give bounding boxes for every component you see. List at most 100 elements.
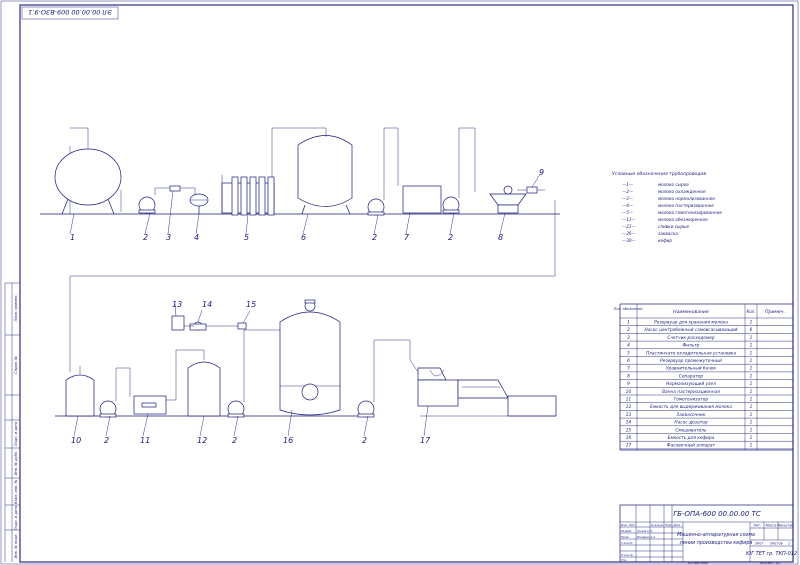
- equip-12-holding-tank: [166, 349, 221, 417]
- spec-header-pos: Поз. обозначен.: [614, 307, 644, 311]
- table-cell-pos: 14: [626, 420, 632, 426]
- role-4: Н.контр.: [621, 553, 634, 557]
- legend-code: —2—: [622, 189, 634, 194]
- table-cell-pos: 13: [626, 412, 632, 418]
- pos-2f: 2: [362, 436, 367, 445]
- pos-12: 12: [197, 436, 207, 445]
- legend-code: —30—: [622, 238, 637, 243]
- equip-17-filling-machine: [417, 367, 557, 417]
- spec-header-qty: Кол.: [746, 309, 755, 314]
- pos-2d: 2: [104, 436, 109, 445]
- position-numbers-row2: 10 2 11 12 2 16 2 17 13 14 15: [71, 300, 431, 445]
- name-1: Миндрюк А.А.: [637, 535, 656, 539]
- equip-16-kefir-tank: [279, 299, 341, 416]
- legend-code: —4—: [622, 203, 634, 208]
- pos-4: 4: [194, 233, 199, 242]
- equip-6-intermediate-tank: [272, 127, 353, 215]
- table-cell-qty: 1: [750, 420, 753, 426]
- equip-4-filter: [189, 193, 209, 214]
- table-cell-pos: 2: [627, 327, 630, 333]
- pos-6: 6: [301, 233, 306, 242]
- left-stamps: Перв. примен. Справ. № Подп. и дата Инв.…: [4, 282, 20, 562]
- table-cell-qty: 1: [750, 404, 753, 410]
- table-cell-name: Гомогенизатор: [674, 397, 708, 403]
- table-cell-name: Ванна пастеризационная: [662, 389, 720, 395]
- pos-10: 10: [71, 436, 81, 445]
- title-block: ГБ-ОПА-600 00.00.00 ТС Машинно-аппаратур…: [619, 504, 797, 563]
- equip-14-dosing-pump: [184, 309, 238, 331]
- equip-2-pump-d: [99, 367, 131, 418]
- table-cell-pos: 8: [627, 373, 630, 379]
- pos-11: 11: [140, 436, 150, 445]
- table-cell-name: Резервуар для хранения молока: [654, 320, 728, 326]
- table-cell-pos: 3: [627, 335, 630, 341]
- table-cell-qty: 1: [750, 366, 753, 372]
- table-cell-name: Резервуар промежуточный: [660, 358, 722, 364]
- table-cell-qty: 1: [750, 381, 753, 387]
- table-cell-qty: 1: [750, 358, 753, 364]
- table-cell-name: Смешиватель: [675, 427, 707, 433]
- doc-title-line2: линии производства кефира: [679, 540, 753, 546]
- doc-code: ГБ-ОПА-600 00.00.00 ТС: [673, 510, 761, 518]
- legend-label: кефир: [658, 238, 672, 243]
- footer-format: Формат А1: [760, 561, 780, 565]
- name-0: Грачев С.Н.: [637, 529, 653, 533]
- equip-2-pump-b: [367, 127, 399, 216]
- stamp-first-use: Перв. примен.: [14, 295, 18, 322]
- table-cell-name: Сепаратор: [679, 373, 704, 379]
- table-cell-pos: 10: [626, 389, 632, 395]
- table-cell-qty: 1: [750, 335, 753, 341]
- table-cell-pos: 11: [626, 397, 632, 403]
- sheets-label: Листов: [769, 542, 783, 546]
- sign-label-2: Дата: [673, 523, 681, 527]
- legend-code: —3—: [622, 196, 634, 201]
- pos-2e: 2: [232, 436, 237, 445]
- role-1: Разраб.: [621, 529, 632, 533]
- legend-label: сливки сырые: [658, 224, 689, 229]
- legend-title: Условные обозначения трубопроводов: [612, 171, 706, 177]
- table-cell-name: Фасовочный аппарат: [667, 443, 716, 449]
- legend-label: молоко гомогенизированное: [658, 210, 722, 215]
- outer-trim: [0, 0, 799, 565]
- legend-code: —11—: [622, 217, 637, 222]
- equip-2-pump-e: [227, 329, 280, 418]
- pos-17: 17: [420, 436, 431, 445]
- spec-header-note: Примеч.: [765, 309, 785, 315]
- pipeline-legend: Условные обозначения трубопроводов —1— мо…: [612, 171, 722, 243]
- specification-table: Поз. обозначен. Наименование Кол. Примеч…: [614, 303, 794, 451]
- table-cell-name: Насос центробежный самовсасывающий: [645, 327, 738, 333]
- table-cell-pos: 16: [626, 435, 632, 441]
- table-cell-name: Счетчик-расходомер: [667, 335, 715, 341]
- equip-15-mixer: [237, 310, 251, 330]
- table-cell-pos: 6: [627, 358, 630, 364]
- table-cell-qty: 1: [750, 350, 753, 356]
- stamp-inv-dup: Инв. № дубл.: [14, 451, 18, 476]
- table-cell-pos: 17: [626, 443, 632, 449]
- table-cell-name: Уравнительный бачок: [666, 366, 716, 372]
- equip-1-storage-tank: [54, 127, 122, 215]
- sheets-value: 1: [788, 542, 790, 546]
- table-cell-name: Емкость для кефира: [668, 435, 715, 441]
- col-scale: Масштаб: [777, 524, 793, 528]
- stamp-inv-orig: Инв. № подл.: [14, 534, 18, 559]
- pos-13: 13: [172, 300, 182, 309]
- role-3: Т.контр.: [621, 541, 633, 545]
- legend-code: —1—: [622, 182, 634, 187]
- table-cell-name: Фильтр: [682, 343, 699, 349]
- table-cell-qty: 1: [750, 427, 753, 433]
- equip-7-balance-tank: [402, 185, 442, 214]
- equip-10-pasteurization-bath: [65, 366, 95, 417]
- pos-16: 16: [283, 436, 293, 445]
- table-cell-name: Пластинчато-охладительная установка: [646, 350, 737, 356]
- stamp-sign-date: Подп. и дата: [14, 422, 18, 446]
- spec-header-name: Наименование: [673, 309, 709, 315]
- equip-2-pump-f: [357, 339, 419, 418]
- pos-1: 1: [70, 233, 75, 242]
- table-cell-qty: 1: [750, 435, 753, 441]
- org-code: ЮГ ТЕТ гр. ТКП-012: [746, 551, 797, 557]
- footer-copy: Копировал: [688, 561, 709, 565]
- pos-2c: 2: [448, 233, 453, 242]
- stamp-replace: Взам. инв. №: [14, 480, 18, 505]
- legend-code: —21—: [622, 224, 637, 229]
- table-cell-qty: 1: [750, 397, 753, 403]
